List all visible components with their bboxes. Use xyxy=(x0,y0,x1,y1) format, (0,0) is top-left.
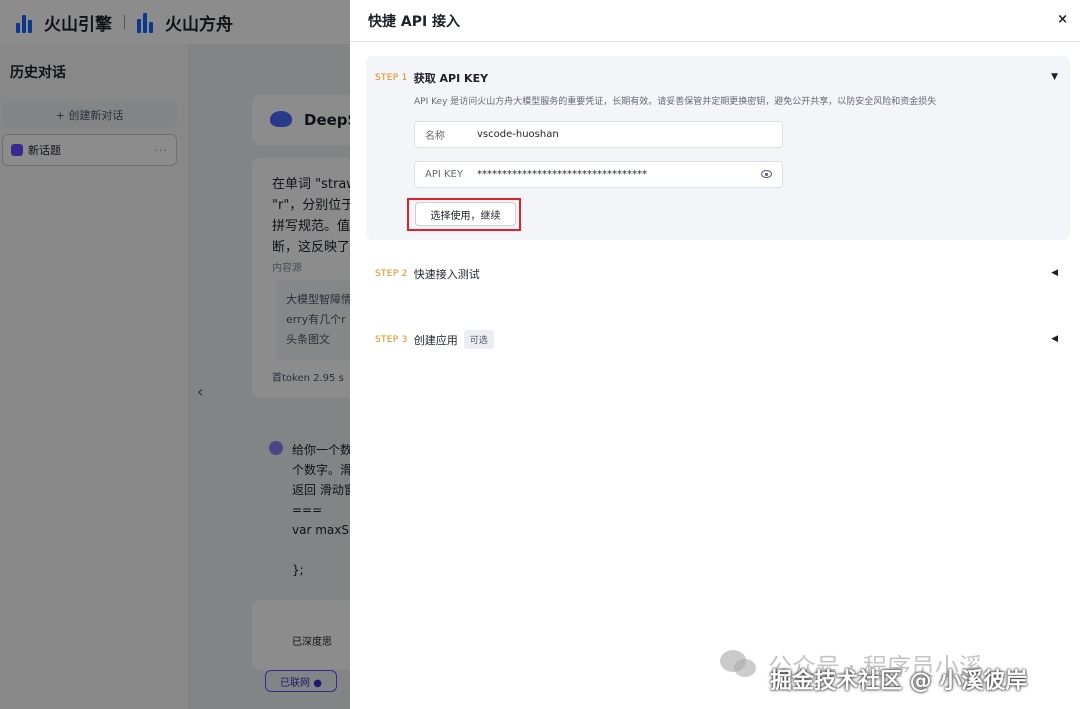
show-password-icon[interactable] xyxy=(761,170,772,178)
modal-overlay[interactable] xyxy=(0,0,350,709)
step-tag: STEP 3 xyxy=(375,334,408,345)
api-key-field[interactable]: API KEY ********************************… xyxy=(414,161,783,188)
collapse-caret-icon[interactable]: ◀ xyxy=(1051,268,1058,278)
api-key-label: API KEY xyxy=(425,169,463,180)
wechat-icon xyxy=(720,650,756,677)
collapse-caret-icon[interactable]: ◀ xyxy=(1051,334,1058,344)
api-key-description: API Key 是访问火山方舟大模型服务的重要凭证，长期有效。请妥善保管并定期更… xyxy=(414,97,937,107)
step-tag: STEP 2 xyxy=(375,269,408,279)
select-continue-button[interactable]: 选择使用，继续 xyxy=(415,202,516,226)
step-2-header: STEP 2 快速接入测试 xyxy=(375,266,480,282)
drawer-header: 快捷 API 接入 × xyxy=(350,0,1080,42)
step-2-panel[interactable]: STEP 2 快速接入测试 ◀ xyxy=(366,256,1070,288)
api-key-value: ********************************** xyxy=(477,169,647,180)
watermark-juejin: 掘金技术社区 @ 小溪彼岸 xyxy=(770,669,1028,694)
close-icon[interactable]: × xyxy=(1057,12,1068,27)
drawer-title: 快捷 API 接入 xyxy=(368,13,461,30)
expand-caret-icon[interactable]: ▼ xyxy=(1051,72,1058,82)
step-title: 获取 API KEY xyxy=(413,72,489,85)
quick-api-drawer: 快捷 API 接入 × STEP 1 获取 API KEY ▼ API Key … xyxy=(350,0,1080,709)
step-tag: STEP 1 xyxy=(375,73,408,83)
step-3-header: STEP 3 创建应用 可选 xyxy=(375,330,494,349)
name-value: vscode-huoshan xyxy=(477,129,559,140)
step-3-panel[interactable]: STEP 3 创建应用 可选 ◀ xyxy=(366,322,1070,354)
step-1-header[interactable]: STEP 1 获取 API KEY xyxy=(375,70,488,86)
step-1-panel: STEP 1 获取 API KEY ▼ API Key 是访问火山方舟大模型服务… xyxy=(366,56,1070,240)
name-field[interactable]: 名称 vscode-huoshan xyxy=(414,121,783,148)
step-title: 快速接入测试 xyxy=(413,268,480,281)
name-label: 名称 xyxy=(425,131,445,142)
optional-badge: 可选 xyxy=(463,330,494,349)
step-title: 创建应用 xyxy=(413,333,458,347)
